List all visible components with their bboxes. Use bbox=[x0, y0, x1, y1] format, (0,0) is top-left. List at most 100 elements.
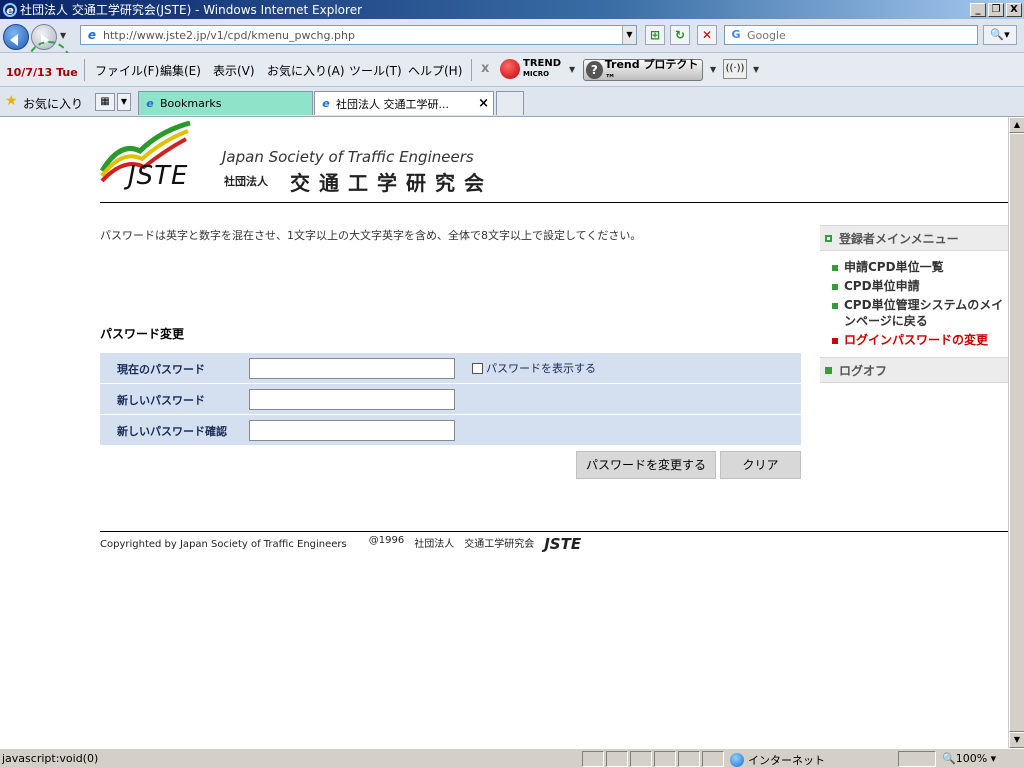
wireless-icon[interactable]: ((·)) bbox=[723, 59, 747, 79]
form-row-current: 現在のパスワード パスワードを表示する bbox=[100, 353, 801, 384]
svg-text:e: e bbox=[6, 4, 14, 17]
wireless-dropdown-icon[interactable]: ▼ bbox=[753, 65, 759, 74]
new-password-label: 新しいパスワード bbox=[117, 394, 205, 407]
ie-page-icon: e bbox=[146, 96, 154, 110]
status-cell bbox=[630, 751, 652, 767]
scroll-down-icon[interactable]: ▼ bbox=[1009, 732, 1024, 748]
copyright-text: Copyrighted by Japan Society of Traffic … bbox=[100, 538, 347, 550]
side-menu-item-cpd-apply[interactable]: CPD単位申請 bbox=[832, 278, 1008, 294]
bullet-icon bbox=[832, 284, 838, 290]
history-dropdown-icon[interactable]: ▼ bbox=[60, 31, 70, 41]
zone-label: インターネット bbox=[748, 754, 825, 767]
zoom-level[interactable]: 🔍100% ▾ bbox=[942, 752, 996, 765]
society-name-en: Japan Society of Traffic Engineers bbox=[222, 148, 474, 166]
menu-tools[interactable]: ツール(T) bbox=[349, 62, 402, 79]
side-menu-item-cpd-list[interactable]: 申請CPD単位一覧 bbox=[832, 259, 1008, 275]
page-title: パスワード変更 bbox=[100, 327, 185, 341]
society-prefix: 社団法人 bbox=[224, 175, 268, 188]
close-window-button[interactable]: X bbox=[1006, 2, 1022, 17]
current-password-label: 現在のパスワード bbox=[117, 363, 205, 376]
menu-help[interactable]: ヘルプ(H) bbox=[408, 62, 462, 79]
footer-year: @1996 bbox=[368, 535, 405, 546]
close-toolbar-icon[interactable]: x bbox=[481, 61, 489, 76]
new-tab-button[interactable] bbox=[496, 91, 524, 115]
minimize-button[interactable]: _ bbox=[970, 2, 986, 17]
address-dropdown-icon[interactable]: ▼ bbox=[622, 26, 636, 44]
window-title: 社団法人 交通工学研究会(JSTE) - Windows Internet Ex… bbox=[20, 3, 363, 17]
current-password-input[interactable] bbox=[249, 358, 455, 379]
status-text: javascript:void(0) bbox=[2, 752, 99, 765]
stop-icon[interactable]: ✕ bbox=[697, 25, 717, 45]
menu-edit[interactable]: 編集(E) bbox=[160, 62, 201, 79]
show-password-checkbox[interactable] bbox=[472, 362, 483, 374]
side-menu-item-main-page[interactable]: CPD単位管理システムのメインページに戻る bbox=[832, 297, 1008, 329]
logoff-link[interactable]: ログオフ bbox=[820, 357, 1008, 383]
confirm-password-input[interactable] bbox=[249, 420, 455, 441]
protected-mode-icon[interactable] bbox=[898, 751, 936, 767]
trend-protect-dropdown-icon[interactable]: ▼ bbox=[710, 65, 716, 74]
footer-logo: JSTE bbox=[544, 535, 582, 553]
ie-page-icon: e bbox=[87, 28, 97, 42]
clear-button[interactable]: クリア bbox=[720, 451, 801, 479]
title-bar: e 社団法人 交通工学研究会(JSTE) - Windows Internet … bbox=[0, 0, 1024, 19]
menu-heading-icon bbox=[825, 234, 832, 242]
logoff-icon bbox=[825, 366, 832, 374]
status-cell bbox=[582, 751, 604, 767]
tab-list-dropdown-icon[interactable]: ▼ bbox=[117, 93, 131, 111]
menu-view[interactable]: 表示(V) bbox=[213, 62, 255, 79]
favorites-button[interactable]: お気に入り bbox=[23, 95, 83, 112]
search-go-button[interactable]: 🔍▾ bbox=[983, 25, 1017, 45]
show-password-label: パスワードを表示する bbox=[486, 362, 596, 375]
change-password-button[interactable]: パスワードを変更する bbox=[576, 451, 716, 479]
trend-micro-logo[interactable]: TREND MICRO bbox=[500, 59, 561, 79]
side-menu-item-label: CPD単位管理システムのメインページに戻る bbox=[844, 298, 1004, 328]
menu-file[interactable]: ファイル(F) bbox=[95, 62, 159, 79]
status-cell bbox=[654, 751, 676, 767]
status-cell bbox=[702, 751, 724, 767]
close-tab-icon[interactable]: × bbox=[478, 96, 489, 111]
side-menu-item-label: 申請CPD単位一覧 bbox=[844, 260, 944, 274]
search-box[interactable]: G bbox=[724, 25, 978, 45]
favorites-star-icon[interactable]: ★ bbox=[5, 93, 18, 109]
trend-logo-subtext: MICRO bbox=[523, 70, 550, 78]
scroll-thumb[interactable] bbox=[1009, 133, 1024, 732]
address-toolbar: ▼ e http://www.jste2.jp/v1/cpd/kmenu_pwc… bbox=[0, 19, 1024, 85]
side-menu-heading: 登録者メインメニュー bbox=[820, 225, 1008, 251]
refresh-icon[interactable]: ↻ bbox=[670, 25, 690, 45]
confirm-password-label: 新しいパスワード確認 bbox=[117, 425, 227, 438]
trend-protect-button[interactable]: ? Trend プロテクト™ bbox=[583, 58, 703, 85]
side-menu: 登録者メインメニュー 申請CPD単位一覧 CPD単位申請 CPD単位管理システム… bbox=[820, 225, 1008, 383]
menu-separator bbox=[471, 59, 472, 81]
address-field[interactable]: e http://www.jste2.jp/v1/cpd/kmenu_pwchg… bbox=[80, 25, 637, 45]
logo-jste-text: JSTE bbox=[128, 161, 189, 191]
status-cell bbox=[606, 751, 628, 767]
vertical-scrollbar[interactable]: ▲ ▼ bbox=[1008, 117, 1024, 748]
help-icon: ? bbox=[586, 61, 603, 79]
side-menu-item-change-password[interactable]: ログインパスワードの変更 bbox=[832, 332, 1008, 348]
page-content: JSTE Japan Society of Traffic Engineers … bbox=[0, 117, 1008, 748]
header-divider bbox=[100, 202, 1008, 203]
maximize-button[interactable]: ❐ bbox=[988, 2, 1004, 17]
trend-dropdown-icon[interactable]: ▼ bbox=[569, 65, 575, 74]
side-menu-heading-label: 登録者メインメニュー bbox=[839, 231, 959, 246]
back-button[interactable] bbox=[3, 24, 29, 50]
tab-bookmarks[interactable]: e Bookmarks bbox=[138, 91, 313, 115]
forward-button[interactable] bbox=[31, 24, 57, 50]
quick-tabs-icon[interactable]: ▦ bbox=[95, 93, 115, 111]
password-rules-notice: パスワードは英字と数字を混在させ、1文字以上の大文字英字を含め、全体で8文字以上… bbox=[100, 229, 642, 242]
tab-jste[interactable]: e 社団法人 交通工学研... × bbox=[314, 91, 494, 115]
new-password-input[interactable] bbox=[249, 389, 455, 410]
globe-icon bbox=[730, 753, 744, 767]
compatibility-view-icon[interactable]: ⊞ bbox=[645, 25, 665, 45]
show-password-toggle[interactable]: パスワードを表示する bbox=[472, 360, 596, 376]
ie-page-icon: e bbox=[322, 96, 330, 110]
footer-org-name: 交通工学研究会 bbox=[464, 539, 535, 550]
password-form: 現在のパスワード パスワードを表示する 新しいパスワード 新しいパスワード確認 bbox=[100, 353, 801, 446]
search-input[interactable] bbox=[747, 28, 967, 42]
scroll-up-icon[interactable]: ▲ bbox=[1009, 117, 1024, 133]
jste-logo[interactable]: JSTE Japan Society of Traffic Engineers … bbox=[100, 121, 500, 197]
menu-favorites[interactable]: お気に入り(A) bbox=[267, 62, 345, 79]
bullet-icon bbox=[832, 303, 838, 309]
society-name-jp: 交通工学研究会 bbox=[290, 171, 493, 195]
security-zone[interactable]: インターネット bbox=[730, 752, 825, 768]
